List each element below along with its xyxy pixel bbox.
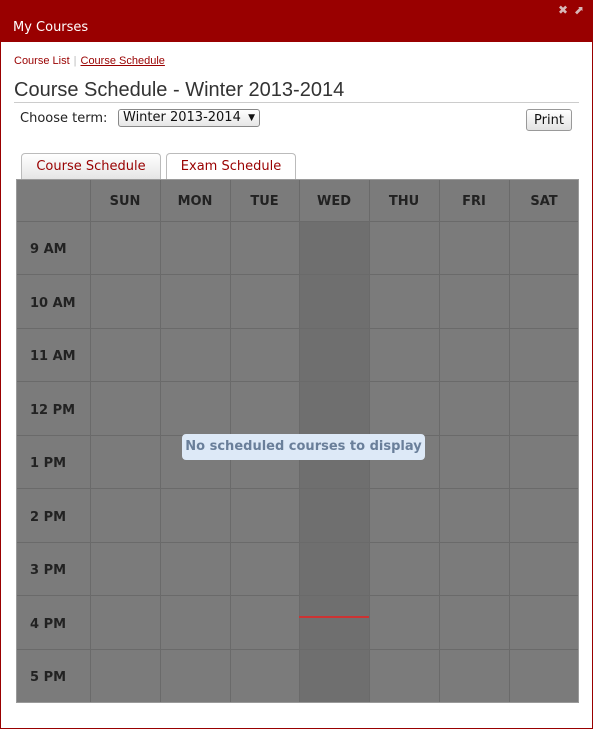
term-select-value: Winter 2013-2014 (123, 110, 241, 125)
grid-row-divider (17, 328, 578, 329)
schedule-grid: SUN MON TUE WED THU FRI SAT 9 AM 10 AM 1… (16, 179, 579, 703)
empty-schedule-message: No scheduled courses to display (182, 434, 425, 460)
time-label-1pm: 1 PM (30, 456, 67, 471)
grid-row-divider (17, 221, 578, 222)
grid-column-divider (439, 180, 440, 702)
day-header-mon: MON (177, 194, 213, 209)
grid-column-divider (509, 180, 510, 702)
day-header-sun: SUN (109, 194, 141, 209)
grid-column-divider (90, 180, 91, 702)
portlet-title: My Courses (13, 20, 89, 35)
time-label-11am: 11 AM (30, 349, 76, 364)
grid-row-divider (17, 649, 578, 650)
chevron-down-icon: ▼ (248, 113, 255, 123)
day-header-sat: SAT (530, 194, 558, 209)
day-header-thu: THU (388, 194, 420, 209)
time-label-2pm: 2 PM (30, 510, 67, 525)
grid-row-divider (17, 595, 578, 596)
term-label: Choose term: (20, 111, 108, 126)
tab-exam-schedule[interactable]: Exam Schedule (166, 153, 296, 181)
breadcrumb: Course List | Course Schedule (14, 55, 165, 67)
breadcrumb-course-schedule[interactable]: Course Schedule (81, 55, 165, 67)
grid-column-divider (160, 180, 161, 702)
grid-row-divider (17, 488, 578, 489)
day-header-fri: FRI (462, 194, 486, 209)
time-label-9am: 9 AM (30, 242, 67, 257)
grid-row-divider (17, 542, 578, 543)
page-title: Course Schedule - Winter 2013-2014 (14, 79, 345, 101)
print-button[interactable]: Print (526, 109, 572, 131)
time-label-5pm: 5 PM (30, 670, 67, 685)
tab-course-schedule[interactable]: Course Schedule (21, 153, 161, 180)
current-day-column (299, 221, 369, 702)
maximize-icon[interactable]: ⬈ (573, 4, 585, 16)
current-time-marker (299, 616, 369, 618)
time-label-3pm: 3 PM (30, 563, 67, 578)
time-label-12pm: 12 PM (30, 403, 76, 418)
title-divider (14, 102, 579, 103)
time-label-4pm: 4 PM (30, 617, 67, 632)
portlet-titlebar: My Courses ✖ ⬈ (1, 1, 592, 42)
breadcrumb-course-list[interactable]: Course List (14, 55, 70, 67)
day-header-wed: WED (316, 194, 351, 209)
breadcrumb-separator: | (73, 55, 77, 67)
close-icon[interactable]: ✖ (557, 4, 569, 16)
grid-row-divider (17, 274, 578, 275)
time-label-10am: 10 AM (30, 296, 76, 311)
term-select[interactable]: Winter 2013-2014 ▼ (118, 109, 260, 127)
my-courses-portlet: My Courses ✖ ⬈ Course List | Course Schedu… (0, 0, 593, 729)
day-header-tue: TUE (250, 194, 279, 209)
grid-row-divider (17, 381, 578, 382)
